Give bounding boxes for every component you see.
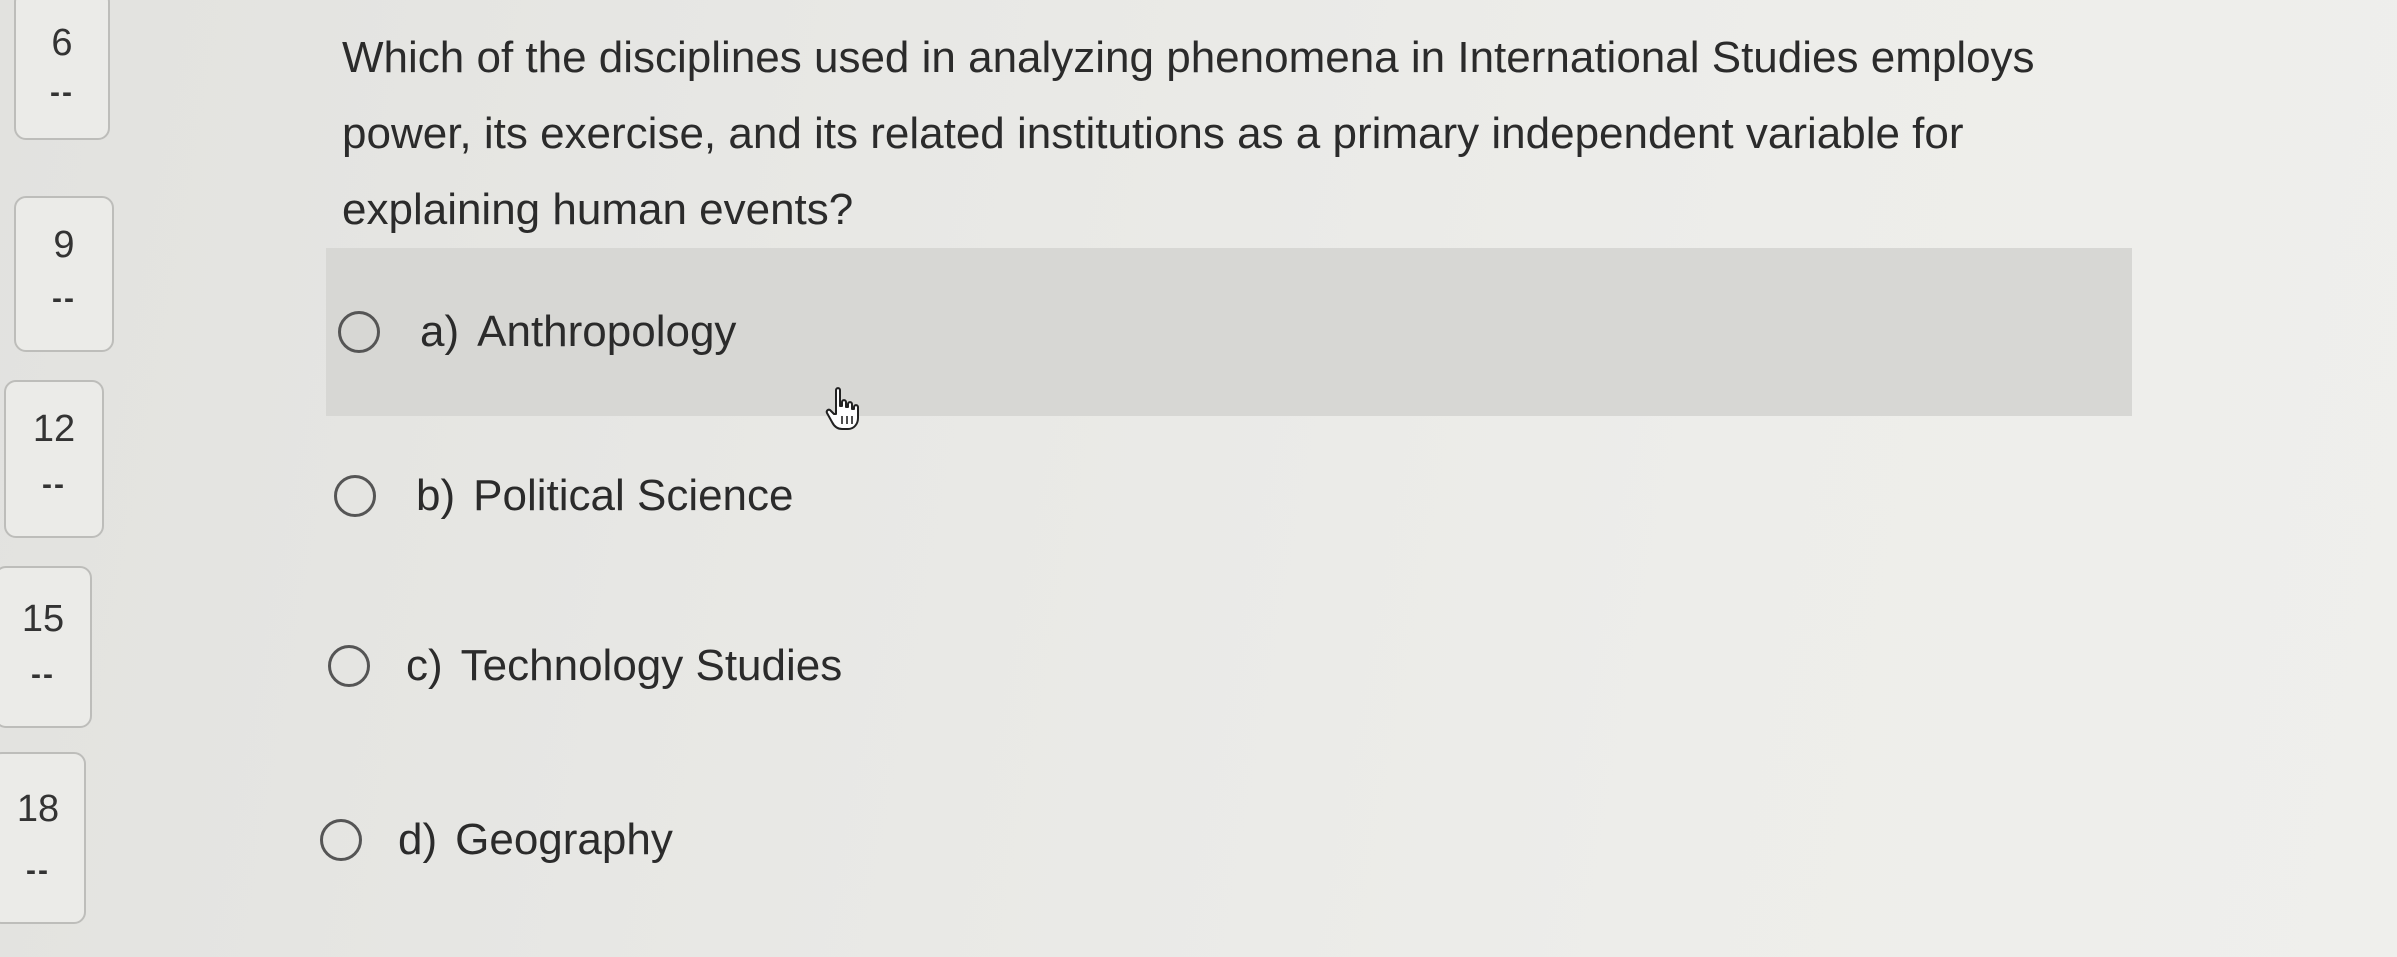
question-text: Which of the disciplines used in analyzi… — [342, 33, 2035, 234]
question-nav-15[interactable]: 15 -- — [0, 566, 92, 728]
question-nav-6[interactable]: 6 -- — [14, 0, 110, 140]
radio-b[interactable] — [334, 475, 376, 517]
option-label: Political Science — [473, 471, 794, 520]
radio-d[interactable] — [320, 819, 362, 861]
question-nav-18[interactable]: 18 -- — [0, 752, 86, 924]
option-label: Anthropology — [477, 307, 737, 356]
option-label: Technology Studies — [460, 641, 843, 690]
option-a[interactable]: a) Anthropology — [338, 248, 736, 416]
nav-number: 12 — [32, 408, 76, 450]
nav-status: -- — [52, 282, 76, 315]
nav-number: 6 — [51, 22, 73, 64]
nav-status: -- — [42, 468, 66, 501]
option-b[interactable]: b) Political Science — [334, 412, 794, 580]
question-nav-9[interactable]: 9 -- — [14, 196, 114, 352]
nav-number: 9 — [53, 224, 75, 266]
nav-status: -- — [31, 658, 55, 691]
option-c[interactable]: c) Technology Studies — [328, 582, 842, 750]
option-letter: d) — [398, 815, 438, 864]
nav-number: 15 — [21, 598, 65, 640]
question-nav-12[interactable]: 12 -- — [4, 380, 104, 538]
hand-pointer-icon — [825, 387, 859, 430]
nav-status: -- — [50, 76, 74, 109]
radio-a[interactable] — [338, 311, 380, 353]
radio-c[interactable] — [328, 645, 370, 687]
option-d[interactable]: d) Geography — [320, 756, 673, 924]
nav-status: -- — [26, 854, 50, 887]
option-letter: b) — [416, 471, 456, 520]
option-letter: c) — [406, 641, 443, 690]
option-label: Geography — [455, 815, 673, 864]
option-letter: a) — [420, 307, 460, 356]
nav-number: 18 — [16, 788, 60, 830]
